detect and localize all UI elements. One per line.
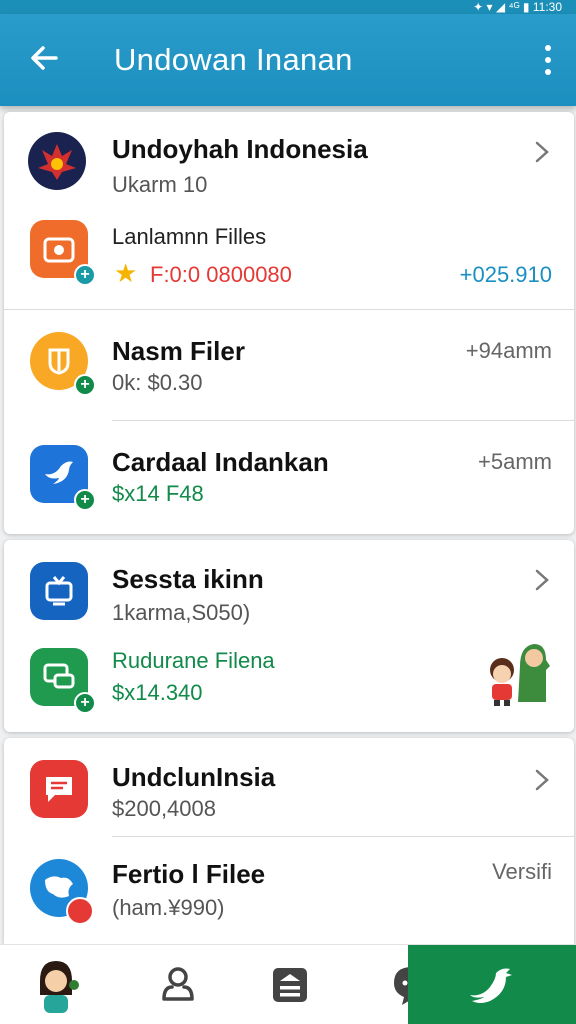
item-title: UndclunInsia bbox=[112, 762, 276, 792]
item-value: Versifi bbox=[492, 859, 552, 884]
item-subtitle: F:0:0 0800080 bbox=[150, 262, 292, 287]
dot-icon bbox=[545, 45, 551, 51]
list-item[interactable]: Fertio l Filee (ham.¥990) Versifi bbox=[4, 837, 574, 944]
list-item[interactable]: + Rudurane Filena $x14.340 bbox=[4, 632, 574, 732]
page-title: Undowan Inanan bbox=[114, 42, 353, 77]
list-item[interactable]: + Cardaal Indankan $x14 F48 +5amm bbox=[4, 421, 574, 533]
apple-sticker-icon bbox=[66, 897, 94, 925]
item-title: Fertio l Filee bbox=[112, 859, 266, 889]
add-badge-icon: + bbox=[74, 264, 96, 286]
list-item[interactable]: UndclunInsia $200,4008 bbox=[4, 738, 574, 836]
chat-app-icon: + bbox=[30, 648, 96, 714]
item-subtitle: (ham.¥990) bbox=[112, 895, 225, 920]
chevron-right-icon bbox=[535, 769, 549, 791]
item-title: Nasm Filer bbox=[112, 336, 245, 366]
avatar-icon bbox=[40, 961, 79, 1013]
people-icon bbox=[162, 967, 194, 1001]
item-title: Undoyhah Indonesia bbox=[112, 134, 368, 164]
item-value: +025.910 bbox=[459, 262, 552, 287]
bird-icon bbox=[470, 968, 512, 1003]
status-bar: ✦ ▾ ◢ ⁴ᴳ ▮ 11:30 bbox=[0, 0, 576, 14]
card-3: UndclunInsia $200,4008 Fertio l Filee (h… bbox=[4, 738, 574, 944]
list-item[interactable]: + Nasm Filer 0k: $0.30 +94amm bbox=[4, 310, 574, 420]
bottom-navigation bbox=[0, 944, 576, 1024]
message-app-icon bbox=[30, 760, 88, 818]
add-badge-icon: + bbox=[74, 692, 96, 714]
item-title: Cardaal Indankan bbox=[112, 447, 329, 477]
item-value: +94amm bbox=[465, 338, 552, 363]
chevron-right-icon bbox=[535, 141, 549, 163]
item-subtitle: 1karma,S050) bbox=[112, 600, 251, 625]
back-button[interactable] bbox=[22, 36, 66, 80]
app-bar: Undowan Inanan bbox=[0, 14, 576, 106]
item-title: Sessta ikinn bbox=[112, 564, 264, 594]
nav-share-active[interactable] bbox=[408, 945, 576, 1024]
item-value: +5amm bbox=[478, 449, 552, 474]
item-subtitle: Ukarm 10 bbox=[112, 172, 208, 197]
item-subtitle: 0k: $0.30 bbox=[112, 370, 203, 395]
item-subtitle: $200,4008 bbox=[112, 796, 216, 821]
nav-groups[interactable] bbox=[136, 945, 220, 1024]
tv-app-icon bbox=[30, 562, 88, 620]
item-subtitle: $x14.340 bbox=[112, 680, 203, 705]
item-subtitle: $x14 F48 bbox=[112, 481, 204, 506]
star-icon: ★ bbox=[114, 258, 138, 288]
document-icon bbox=[273, 968, 307, 1002]
dot-icon bbox=[545, 57, 551, 63]
chevron-right-icon bbox=[535, 569, 549, 591]
more-options-button[interactable] bbox=[536, 38, 560, 82]
emblem-icon bbox=[28, 132, 86, 190]
yellow-app-icon: + bbox=[30, 332, 96, 396]
nav-documents[interactable] bbox=[248, 945, 332, 1024]
list-item[interactable]: Undoyhah Indonesia Ukarm 10 bbox=[4, 112, 574, 200]
map-app-icon bbox=[30, 859, 94, 925]
list-item[interactable]: + Lanlamnn Filles ★ F:0:0 0800080 +025.9… bbox=[4, 204, 574, 304]
item-title: Rudurane Filena bbox=[112, 648, 275, 673]
card-2: Sessta ikinn 1karma,S050) + Rudurane Fil… bbox=[4, 540, 574, 732]
people-sticker-icon bbox=[490, 644, 550, 706]
status-text: ✦ ▾ ◢ ⁴ᴳ ▮ 11:30 bbox=[473, 0, 562, 14]
nav-profile[interactable] bbox=[14, 945, 98, 1024]
add-badge-icon: + bbox=[74, 489, 96, 511]
add-badge-icon: + bbox=[74, 374, 96, 396]
item-title: Lanlamnn Filles bbox=[112, 224, 267, 249]
arrow-left-icon bbox=[31, 46, 58, 70]
dot-icon bbox=[545, 69, 551, 75]
card-1: Undoyhah Indonesia Ukarm 10 + Lanlamnn F… bbox=[4, 112, 574, 534]
photo-app-icon: + bbox=[30, 220, 96, 286]
list-item[interactable]: Sessta ikinn 1karma,S050) bbox=[4, 540, 574, 630]
bird-app-icon: + bbox=[30, 445, 96, 511]
